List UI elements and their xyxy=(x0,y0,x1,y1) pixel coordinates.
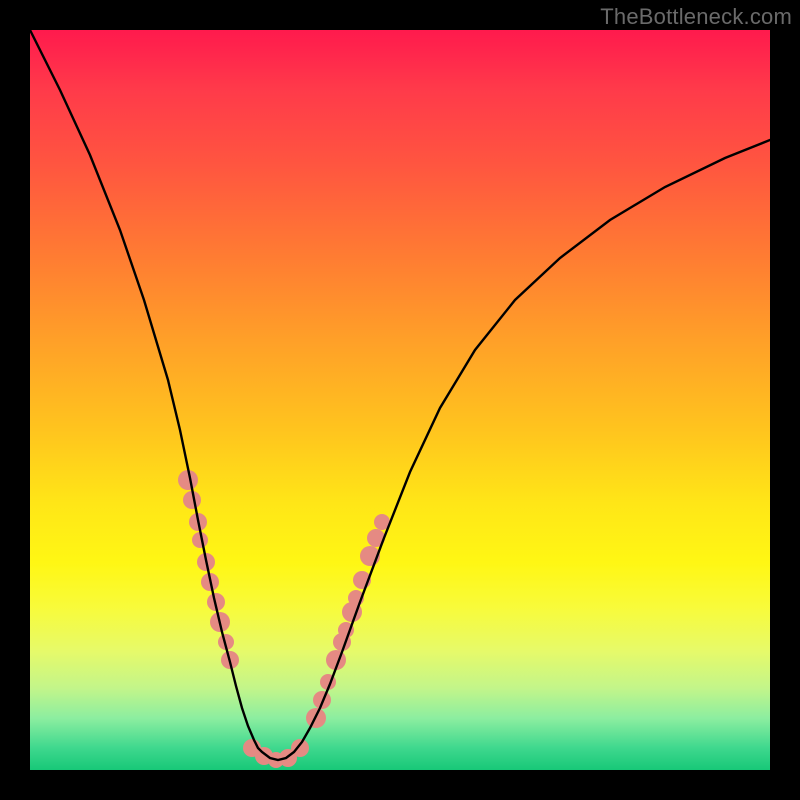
chart-overlay-svg xyxy=(30,30,770,770)
chart-plot-area xyxy=(30,30,770,770)
chart-frame: TheBottleneck.com xyxy=(0,0,800,800)
marker-group xyxy=(178,470,390,768)
marker-dot xyxy=(291,739,309,757)
watermark-text: TheBottleneck.com xyxy=(600,4,792,30)
bottleneck-curve xyxy=(30,30,770,760)
